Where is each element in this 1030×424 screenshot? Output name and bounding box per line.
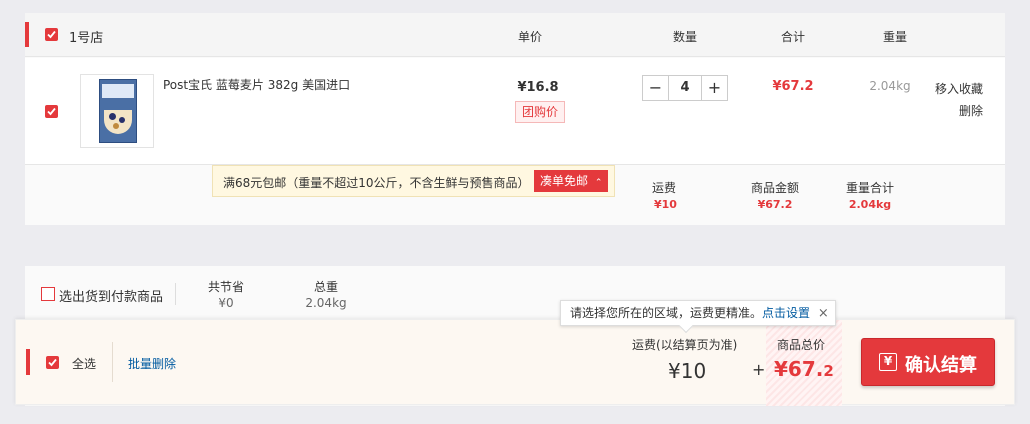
total-price-main: ¥67. xyxy=(774,357,824,381)
set-region-link[interactable]: 点击设置 xyxy=(762,306,810,320)
promo-button-label: 凑单免邮 xyxy=(540,174,589,188)
quantity-input[interactable]: 4 xyxy=(669,76,701,100)
column-subtotal: 合计 xyxy=(780,30,805,44)
delete-item-link[interactable]: 删除 xyxy=(959,102,983,119)
cart-bar-accent xyxy=(26,349,30,375)
cod-checkbox[interactable] xyxy=(41,287,55,301)
total-price-decimal: 2 xyxy=(823,362,834,380)
total-price: ¥67.2 xyxy=(774,357,834,381)
move-to-favorites-link[interactable]: 移入收藏 xyxy=(935,80,983,97)
item-weight: 2.04kg xyxy=(869,79,911,93)
total-weight-value: 2.04kg xyxy=(305,296,347,310)
decrease-quantity-button[interactable]: − xyxy=(643,76,669,100)
cod-label[interactable]: 选出货到付款商品 xyxy=(59,286,163,305)
unit-price: ¥16.8 xyxy=(517,80,559,95)
item-subtotal: ¥67.2 xyxy=(772,79,814,94)
checkout-label: 确认结算 xyxy=(905,355,977,376)
select-all-checkbox[interactable] xyxy=(46,356,59,369)
product-title[interactable]: Post宝氏 蓝莓麦片 382g 美国进口 xyxy=(163,76,350,93)
total-weight-label: 总重 xyxy=(313,280,338,294)
weight-total-value: 2.04kg xyxy=(848,198,892,211)
plus-sign: + xyxy=(752,360,766,379)
yen-icon: ¥ xyxy=(879,353,897,371)
select-all-label[interactable]: 全选 xyxy=(72,355,96,372)
shop-checkbox[interactable] xyxy=(45,28,58,41)
cart-shipping-label: 运费(以结算页为准) xyxy=(632,338,738,352)
region-tooltip: 请选择您所在的区域，运费更精准。点击设置 × xyxy=(560,300,836,334)
shipping-value: ¥10 xyxy=(654,198,677,211)
cereal-box-image xyxy=(99,79,137,143)
saved-value: ¥0 xyxy=(218,296,234,310)
chevron-up-icon: ⌃ xyxy=(594,178,603,188)
shipping-label: 运费 xyxy=(652,181,677,195)
saved-label: 共节省 xyxy=(207,280,244,294)
add-to-free-shipping-button[interactable]: 凑单免邮 ⌃ xyxy=(534,170,609,192)
column-weight: 重量 xyxy=(882,30,907,44)
total-label: 商品总价 xyxy=(777,338,826,352)
weight-total-label: 重量合计 xyxy=(845,181,894,195)
shop-accent-bar xyxy=(25,22,29,47)
close-icon[interactable]: × xyxy=(818,306,829,321)
amount-value: ¥67.2 xyxy=(757,198,793,211)
column-quantity: 数量 xyxy=(672,30,697,44)
shop-name[interactable]: 1号店 xyxy=(69,27,103,46)
group-buy-tag: 团购价 xyxy=(515,101,566,123)
batch-delete-link[interactable]: 批量删除 xyxy=(128,355,176,372)
item-checkbox[interactable] xyxy=(45,105,58,118)
quantity-stepper: − 4 + xyxy=(642,75,728,101)
cart-shipping-value: ¥10 xyxy=(668,359,707,383)
promo-text: 满68元包邮（重量不超过10公斤，不含生鲜与预售商品） xyxy=(223,176,530,190)
column-unit-price: 单价 xyxy=(517,30,542,44)
divider xyxy=(112,342,113,382)
tooltip-text: 请选择您所在的区域，运费更精准。 xyxy=(570,306,763,320)
amount-label: 商品金额 xyxy=(750,181,799,195)
divider xyxy=(175,283,176,305)
increase-quantity-button[interactable]: + xyxy=(701,76,727,100)
shop-header: 1号店 单价 数量 合计 重量 xyxy=(25,13,1005,57)
product-thumbnail[interactable] xyxy=(80,74,154,148)
cart-item-row: Post宝氏 蓝莓麦片 382g 美国进口 ¥16.8 团购价 − 4 + ¥6… xyxy=(25,58,1005,165)
checkout-button[interactable]: ¥ 确认结算 xyxy=(861,338,995,386)
